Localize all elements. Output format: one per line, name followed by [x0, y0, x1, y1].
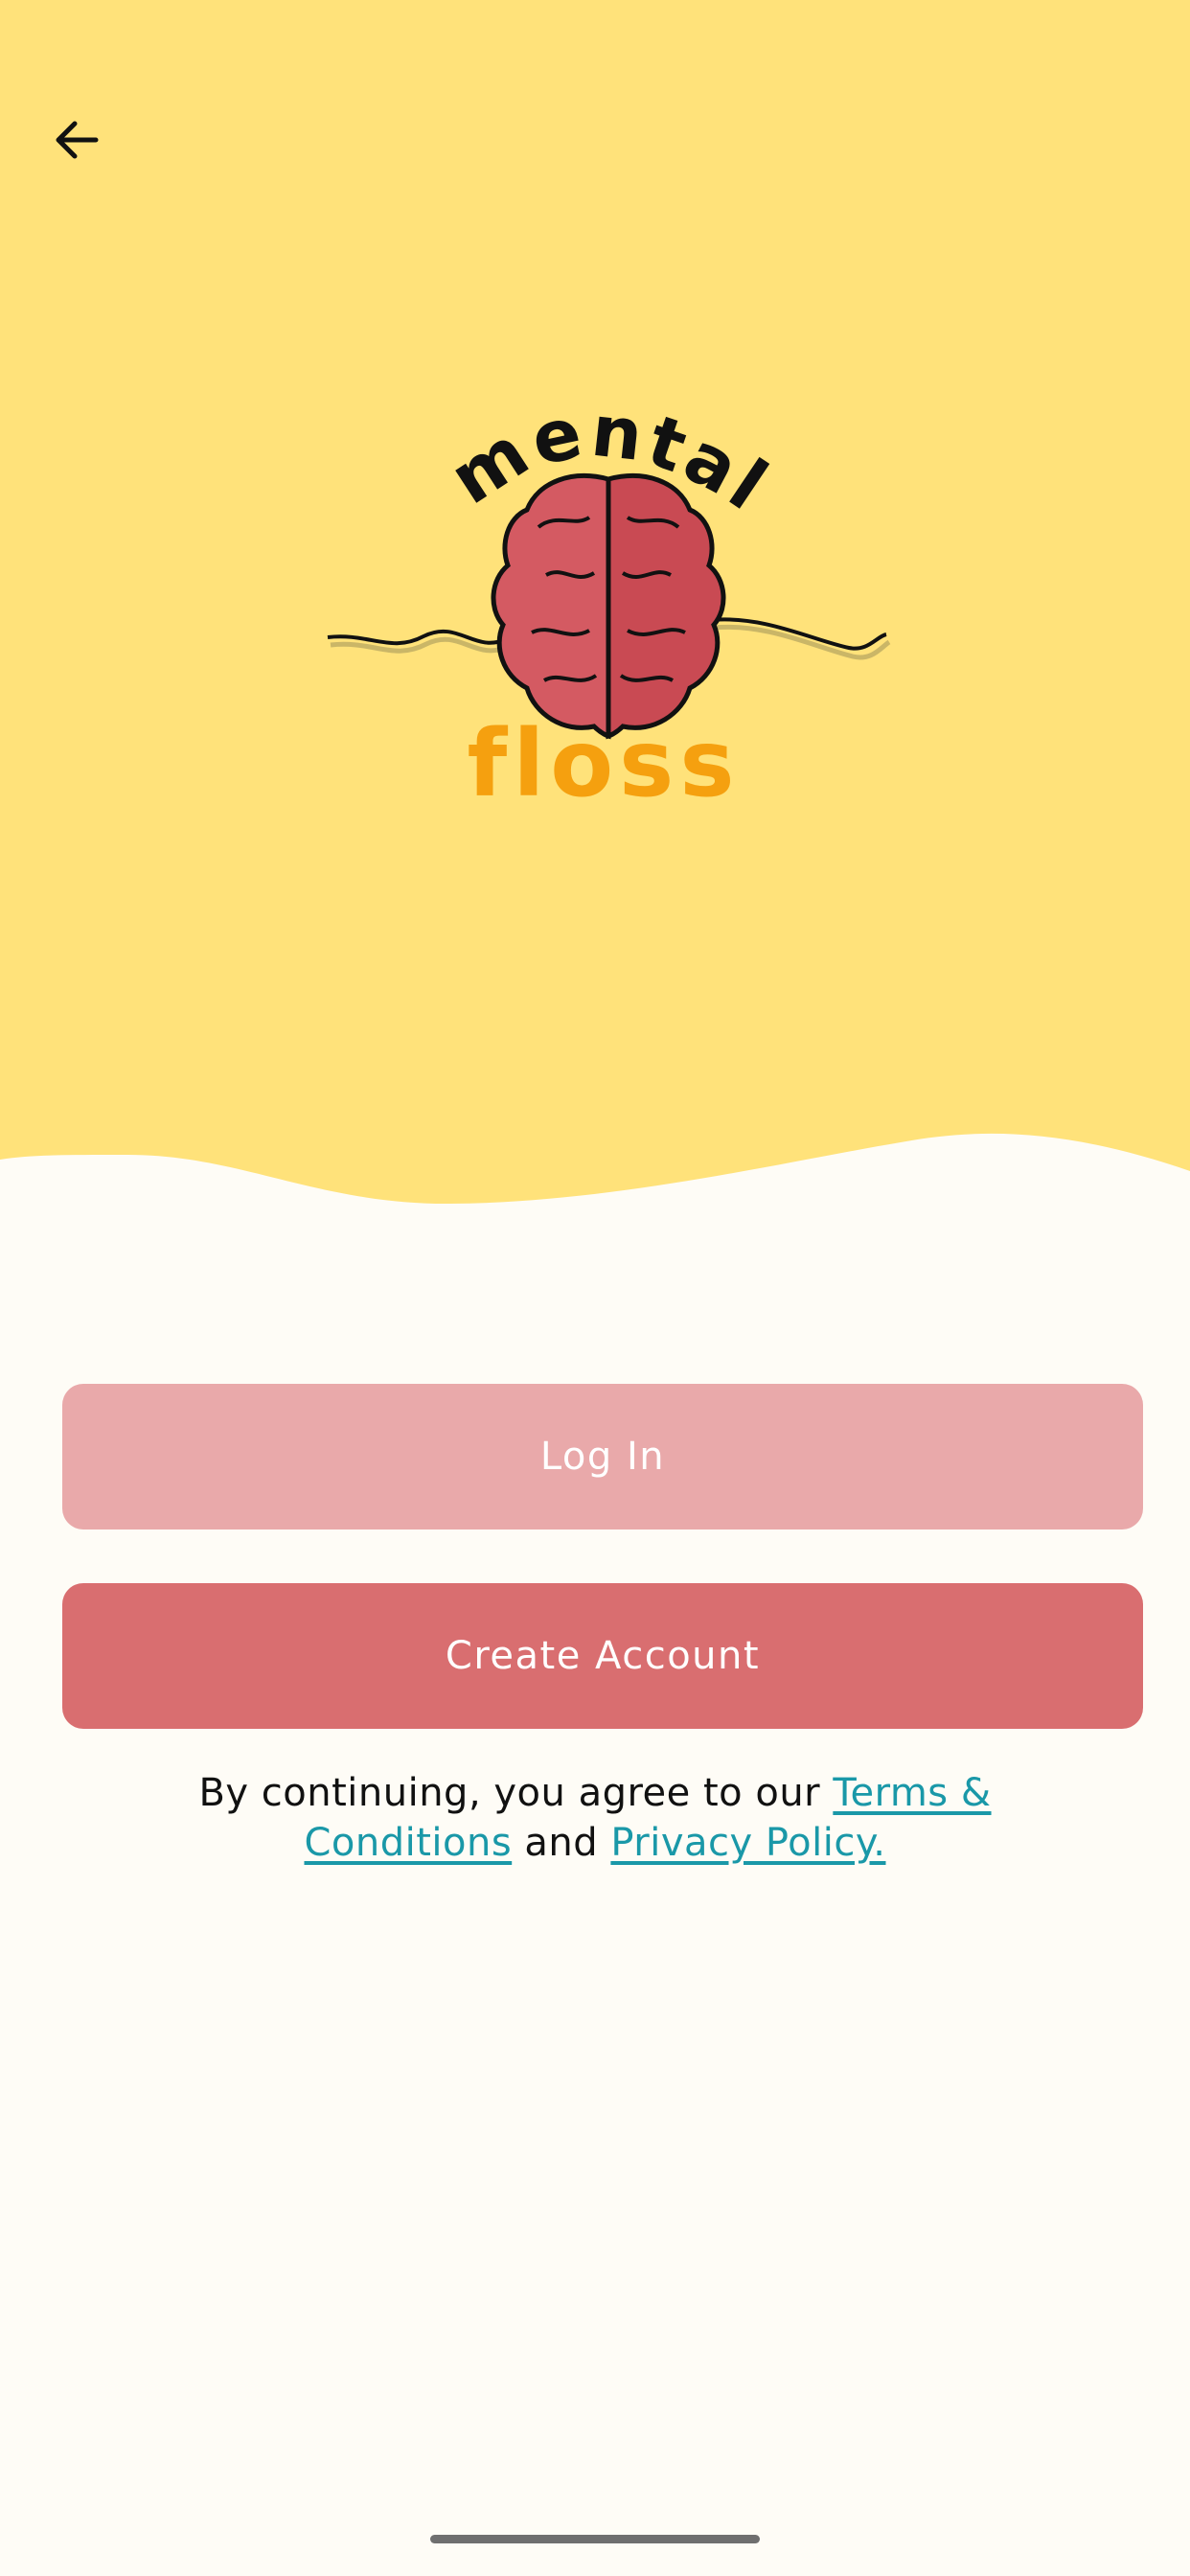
home-indicator: [430, 2535, 760, 2543]
mental-floss-logo: mental floss: [316, 383, 910, 834]
brain-icon: [491, 473, 726, 740]
privacy-policy-link[interactable]: Privacy Policy.: [610, 1821, 885, 1865]
logo-text-floss: floss: [468, 710, 741, 817]
legal-middle: and: [512, 1821, 611, 1865]
welcome-screen: mental floss Log In Create Account By co…: [0, 0, 1190, 2576]
legal-prefix: By continuing, you agree to our: [198, 1771, 834, 1815]
create-account-button[interactable]: Create Account: [62, 1583, 1143, 1729]
legal-notice: By continuing, you agree to our Terms & …: [144, 1768, 1046, 1868]
arrow-left-icon: [56, 121, 99, 159]
login-button[interactable]: Log In: [62, 1384, 1143, 1530]
back-button[interactable]: [40, 104, 113, 176]
